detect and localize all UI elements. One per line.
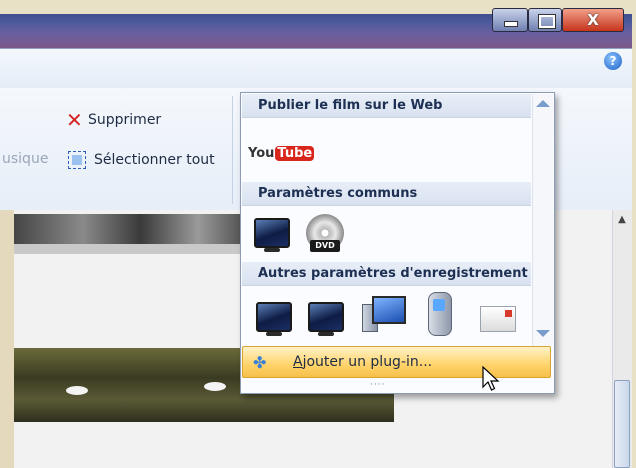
egret-shape bbox=[204, 382, 226, 391]
dvd-label: DVD bbox=[310, 240, 340, 252]
computer-icon[interactable] bbox=[362, 296, 406, 332]
delete-x-icon: ✕ bbox=[66, 108, 83, 132]
egret-shape bbox=[66, 386, 88, 395]
monitor-icon[interactable] bbox=[254, 218, 290, 252]
email-icon[interactable] bbox=[480, 306, 516, 332]
minimize-button[interactable] bbox=[492, 8, 528, 32]
help-icon[interactable]: ? bbox=[604, 52, 622, 70]
left-border bbox=[0, 210, 14, 468]
section-header-common: Paramètres communs bbox=[242, 182, 531, 206]
ribbon-partial-label: usique bbox=[2, 151, 49, 167]
widescreen-monitor-icon[interactable] bbox=[308, 302, 344, 336]
video-thumbnail-top[interactable] bbox=[14, 214, 244, 254]
close-button[interactable]: X bbox=[562, 8, 624, 32]
menu-scroll-down-icon[interactable] bbox=[536, 330, 550, 337]
puzzle-icon: ✤ bbox=[253, 353, 267, 372]
ribbon-separator bbox=[232, 96, 233, 204]
select-all-button[interactable]: Sélectionner tout bbox=[68, 148, 215, 172]
minimize-icon bbox=[504, 21, 518, 27]
menu-scroll-up-icon[interactable] bbox=[536, 100, 550, 107]
dvd-icon[interactable]: DVD bbox=[306, 214, 344, 252]
monitor-icon[interactable] bbox=[256, 302, 292, 336]
select-all-icon bbox=[68, 151, 86, 169]
youtube-logo-button[interactable]: You Tube bbox=[248, 146, 315, 161]
ribbon-tab-strip bbox=[0, 48, 636, 90]
youtube-tube: Tube bbox=[275, 146, 315, 161]
maximize-button[interactable] bbox=[528, 8, 562, 32]
scroll-up-icon[interactable]: ▲ bbox=[614, 212, 630, 228]
close-icon: X bbox=[587, 11, 599, 29]
scrollbar-thumb[interactable] bbox=[614, 380, 630, 468]
maximize-icon bbox=[538, 14, 556, 29]
mouse-cursor-icon bbox=[482, 366, 500, 391]
add-plugin-item[interactable]: ✤ Ajouter un plug-in... bbox=[242, 346, 551, 378]
add-plugin-label: Ajouter un plug-in... bbox=[293, 354, 433, 370]
menu-scrollbar[interactable] bbox=[532, 94, 553, 346]
section-header-other: Autres paramètres d'enregistrement bbox=[242, 262, 531, 286]
mobile-phone-icon[interactable] bbox=[428, 292, 452, 336]
delete-label: Supprimer bbox=[88, 112, 162, 128]
section-header-publish: Publier le film sur le Web bbox=[242, 94, 531, 118]
select-all-label: Sélectionner tout bbox=[94, 152, 215, 168]
delete-button[interactable]: ✕ Supprimer bbox=[66, 108, 161, 132]
page-edge bbox=[632, 0, 636, 468]
youtube-you: You bbox=[248, 146, 275, 161]
menu-resize-grip[interactable]: ···· bbox=[370, 380, 385, 390]
